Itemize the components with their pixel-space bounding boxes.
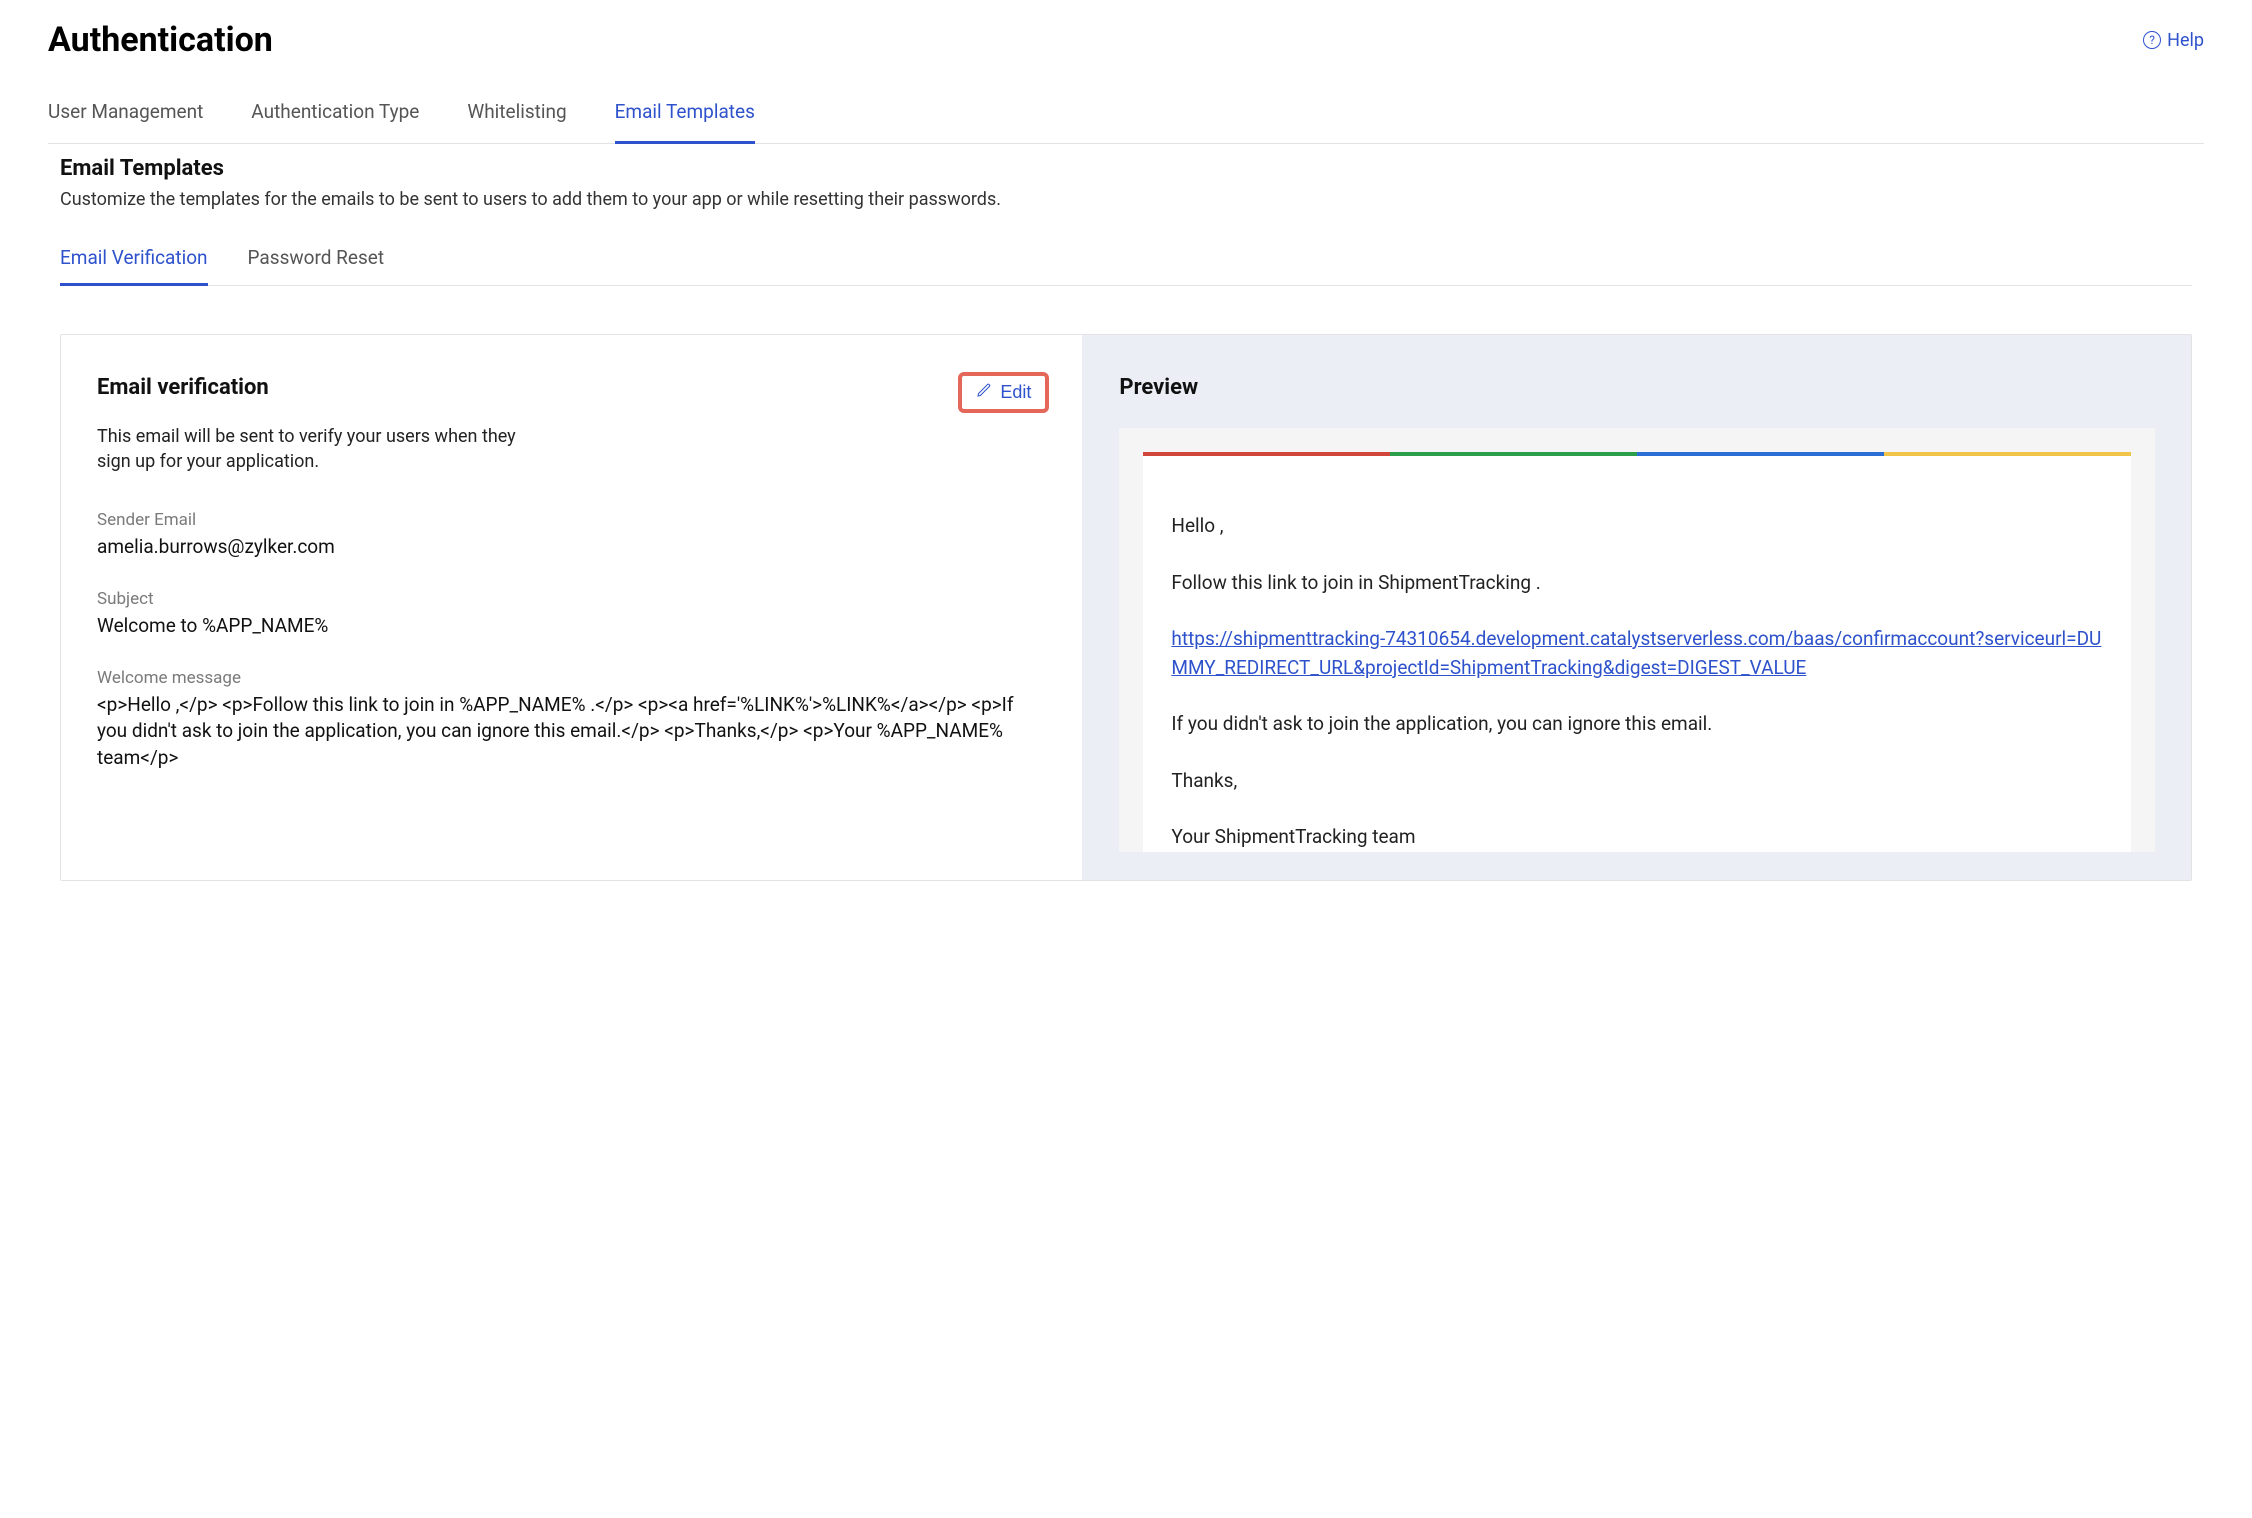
brand-stripe [1143, 452, 2131, 456]
pencil-icon [976, 382, 992, 403]
welcome-message-label: Welcome message [97, 668, 1046, 688]
section-description: Customize the templates for the emails t… [60, 189, 2192, 210]
main-tabs: User Management Authentication Type Whit… [48, 100, 2204, 144]
sub-tab-password-reset[interactable]: Password Reset [248, 246, 385, 286]
email-card-title: Email verification [97, 375, 269, 400]
page-title: Authentication [48, 20, 273, 60]
preview-column: Preview Hello , Follow this link to join… [1083, 335, 2191, 880]
preview-card: Hello , Follow this link to join in Ship… [1119, 428, 2155, 852]
help-icon: ? [2143, 31, 2161, 49]
sub-tabs: Email Verification Password Reset [60, 246, 2192, 286]
tab-authentication-type[interactable]: Authentication Type [251, 100, 419, 144]
help-label: Help [2167, 30, 2204, 51]
preview-thanks-line: Thanks, [1171, 767, 2103, 796]
tab-email-templates[interactable]: Email Templates [615, 100, 755, 144]
preview-signoff-line: Your ShipmentTracking team [1171, 823, 2103, 852]
email-settings-column: Email verification Edit This email will … [61, 335, 1083, 880]
preview-join-link[interactable]: https://shipmenttracking-74310654.develo… [1171, 627, 2101, 679]
help-link[interactable]: ? Help [2143, 30, 2204, 51]
preview-follow-line: Follow this link to join in ShipmentTrac… [1171, 569, 2103, 598]
preview-ignore-line: If you didn't ask to join the applicatio… [1171, 710, 2103, 739]
tab-whitelisting[interactable]: Whitelisting [467, 100, 566, 144]
preview-greeting: Hello , [1171, 512, 2103, 541]
edit-button[interactable]: Edit [961, 375, 1046, 410]
email-card-description: This email will be sent to verify your u… [97, 424, 527, 474]
sub-tab-email-verification[interactable]: Email Verification [60, 246, 208, 286]
sender-email-value: amelia.burrows@zylker.com [97, 534, 1046, 561]
preview-email-body: Hello , Follow this link to join in Ship… [1143, 456, 2131, 852]
preview-title: Preview [1119, 375, 2155, 400]
sender-email-label: Sender Email [97, 510, 1046, 530]
section-title: Email Templates [60, 156, 2192, 181]
tab-user-management[interactable]: User Management [48, 100, 203, 144]
content-panel: Email verification Edit This email will … [60, 334, 2192, 881]
subject-label: Subject [97, 589, 1046, 609]
welcome-message-value: <p>Hello ,</p> <p>Follow this link to jo… [97, 692, 1046, 772]
subject-value: Welcome to %APP_NAME% [97, 613, 1046, 640]
edit-label: Edit [1000, 382, 1031, 403]
